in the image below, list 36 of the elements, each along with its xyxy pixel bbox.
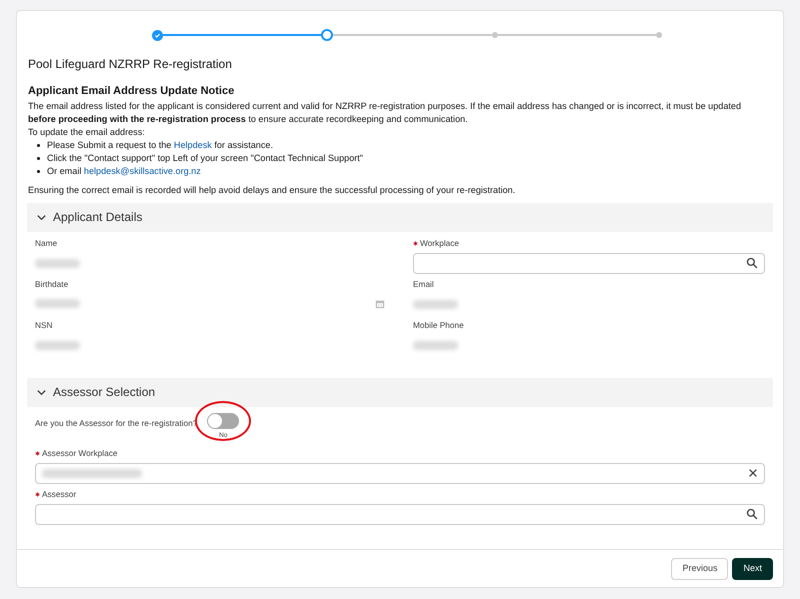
notice-heading: Applicant Email Address Update Notice: [28, 84, 236, 99]
field-label: Mobile Phone: [413, 318, 464, 332]
field-label: Email: [413, 278, 434, 290]
bullet-icon: [37, 170, 40, 172]
toggle-switch[interactable]: [207, 412, 240, 428]
calendar-icon[interactable]: [375, 298, 385, 308]
toggle-label: Are you the Assessor for the re-registration?: [35, 416, 198, 429]
bullet-text: Click the "Contact support" top Left of your screen "Contact Technical Support": [47, 152, 364, 164]
notice-text: To update the email address:: [28, 126, 146, 138]
lookup-field[interactable]: [35, 462, 765, 484]
link[interactable]: helpdesk@skillsactive.org.nz: [84, 166, 201, 176]
search-icon: [746, 508, 758, 520]
bullet-text: Or email helpdesk@skillsactive.org.nz: [47, 164, 201, 178]
search-icon: [746, 257, 758, 269]
field-label: Name: [35, 236, 58, 250]
bullet-icon: [37, 144, 40, 146]
lookup-field[interactable]: [413, 252, 765, 274]
section-title: Applicant Details: [53, 209, 142, 226]
field-label: NSN: [35, 318, 53, 332]
clear-icon[interactable]: [748, 468, 758, 478]
page-title: Pool Lifeguard NZRRP Re-registration: [28, 56, 233, 73]
notice-paragraph: The email address listed for the applicant is considered current and valid for NZRRP re-registration purposes. If the email address has changed or is incorrect, it must be updated before proceeding with the re-registration process to ensure accurate recordkeeping and communication.: [28, 100, 742, 126]
field-label: Assessor: [42, 488, 76, 500]
previous-button[interactable]: Previous: [671, 558, 728, 580]
section-header[interactable]: Assessor Selection: [27, 378, 773, 406]
bullet-text: Please Submit a request to the Helpdesk for assistance.: [47, 138, 273, 152]
section-title: Assessor Selection: [53, 384, 156, 401]
notice-text: Ensuring the correct email is recorded will help avoid delays and ensure the successful processing of your re-registration.: [28, 184, 516, 196]
field-label: Workplace: [420, 236, 460, 250]
next-button[interactable]: Next: [732, 558, 773, 580]
field-label: Birthdate: [35, 278, 68, 290]
link[interactable]: Helpdesk: [174, 140, 212, 150]
bullet-icon: [37, 156, 40, 160]
section-header[interactable]: Applicant Details: [27, 202, 773, 232]
lookup-field[interactable]: [35, 504, 765, 524]
field-label: Assessor Workplace: [42, 446, 118, 460]
